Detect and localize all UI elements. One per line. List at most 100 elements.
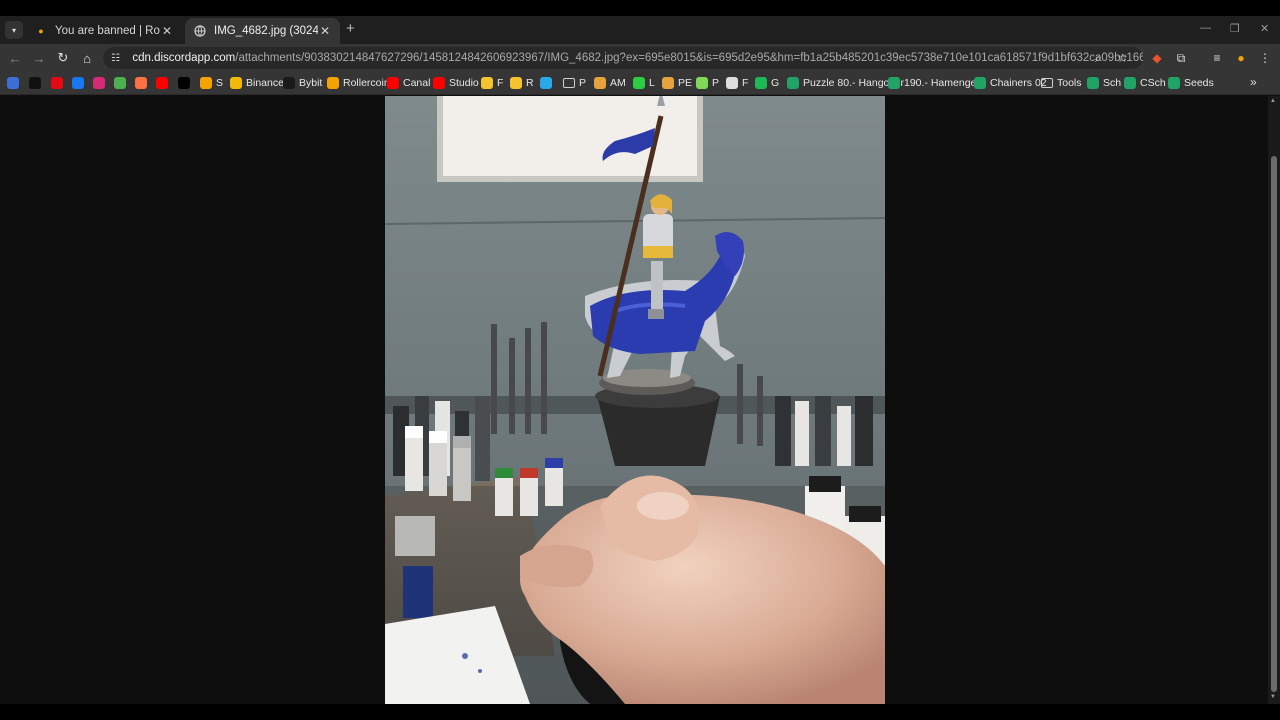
profile-avatar-icon[interactable]: ● bbox=[1232, 49, 1250, 67]
site-info-icon[interactable]: ☷ bbox=[111, 53, 124, 64]
new-tab-icon[interactable]: + bbox=[346, 20, 355, 37]
bookmark-label: P bbox=[579, 77, 587, 89]
bookmark-item[interactable]: Canal bbox=[387, 75, 430, 91]
bookmark-favicon-icon bbox=[888, 77, 900, 89]
scrollbar-thumb[interactable] bbox=[1271, 156, 1277, 692]
scrollbar[interactable]: ▲ ▼ bbox=[1268, 96, 1280, 704]
close-tab-icon[interactable]: ✕ bbox=[318, 24, 332, 38]
bookmark-favicon-icon bbox=[433, 77, 445, 89]
forward-icon[interactable]: → bbox=[30, 49, 48, 67]
bookmark-favicon-icon bbox=[633, 77, 645, 89]
bookmark-favicon-icon bbox=[662, 77, 674, 89]
bookmark-item[interactable]: 190.- Hamengers bbox=[888, 75, 985, 91]
window-close-icon[interactable]: ✕ bbox=[1260, 22, 1269, 35]
bookmark-item[interactable]: PE bbox=[662, 75, 692, 91]
bookmark-favicon-icon bbox=[696, 77, 708, 89]
close-tab-icon[interactable]: ✕ bbox=[160, 24, 174, 38]
bookmark-item[interactable]: L bbox=[633, 75, 655, 91]
bookmark-item[interactable] bbox=[51, 75, 67, 91]
bookmark-favicon-icon bbox=[72, 77, 84, 89]
reading-list-icon[interactable]: ≡ bbox=[1208, 49, 1226, 67]
bookmark-item[interactable]: P bbox=[696, 75, 719, 91]
bookmark-favicon-icon bbox=[156, 77, 168, 89]
menu-icon[interactable]: ⋮ bbox=[1256, 49, 1274, 67]
bookmark-label: Tools bbox=[1057, 77, 1082, 89]
bookmark-item[interactable] bbox=[93, 75, 109, 91]
bookmark-item[interactable]: S bbox=[200, 75, 223, 91]
bookmark-label: Sch bbox=[1103, 77, 1122, 89]
bookmark-label: G bbox=[771, 77, 780, 89]
reload-icon[interactable]: ↻ bbox=[54, 49, 72, 67]
bookmark-label: Canal bbox=[403, 77, 431, 89]
globe-favicon-icon bbox=[193, 24, 207, 38]
bookmark-item[interactable]: Tools bbox=[1041, 75, 1082, 91]
bookmark-favicon-icon bbox=[1124, 77, 1136, 89]
bookmark-item[interactable]: F bbox=[726, 75, 748, 91]
bookmark-label: Binance bbox=[246, 77, 284, 89]
zoom-icon[interactable]: ⌕ bbox=[1095, 51, 1102, 66]
bookmark-item[interactable]: Studio bbox=[433, 75, 479, 91]
address-bar[interactable]: ☷ cdn.discordapp.com/attachments/9038302… bbox=[103, 47, 1143, 69]
extensions-puzzle-icon[interactable]: ⧉ bbox=[1172, 49, 1190, 67]
bookmark-label: Bybit bbox=[299, 77, 323, 89]
bookmark-item[interactable]: AM bbox=[594, 75, 626, 91]
bookmark-item[interactable] bbox=[178, 75, 194, 91]
bookmark-favicon-icon bbox=[787, 77, 799, 89]
bookmarks-overflow-icon[interactable]: » bbox=[1250, 75, 1257, 89]
bookmark-item[interactable]: Binance bbox=[230, 75, 284, 91]
bookmark-favicon-icon bbox=[230, 77, 242, 89]
bookmark-item[interactable]: Rollercoin bbox=[327, 75, 390, 91]
miniature-photo[interactable] bbox=[385, 96, 885, 704]
bookmark-item[interactable]: P bbox=[563, 75, 586, 91]
back-icon[interactable]: ← bbox=[6, 49, 24, 67]
bookmark-label: AM bbox=[610, 77, 626, 89]
bookmark-star-icon[interactable]: ☆ bbox=[1117, 51, 1128, 65]
bookmark-label: Studio bbox=[449, 77, 479, 89]
bookmark-item[interactable] bbox=[7, 75, 23, 91]
bookmark-label: PE bbox=[678, 77, 693, 89]
bookmark-item[interactable]: G bbox=[755, 75, 779, 91]
home-icon[interactable]: ⌂ bbox=[78, 49, 96, 67]
tab-title: IMG_4682.jpg (3024×4032) bbox=[214, 25, 318, 37]
bookmark-item[interactable]: F bbox=[481, 75, 503, 91]
bookmark-item[interactable]: Bybit bbox=[283, 75, 322, 91]
tab-rollercoin[interactable]: ● You are banned | RollerCoin.com ✕ bbox=[26, 18, 182, 44]
tab-image[interactable]: IMG_4682.jpg (3024×4032) ✕ bbox=[185, 18, 340, 44]
bookmark-label: F bbox=[497, 77, 504, 89]
scroll-down-icon[interactable]: ▼ bbox=[1270, 694, 1276, 700]
bookmark-favicon-icon bbox=[29, 77, 41, 89]
bookmark-item[interactable] bbox=[29, 75, 45, 91]
tab-strip: ▾ ● You are banned | RollerCoin.com ✕ IM… bbox=[0, 16, 1280, 44]
bookmark-label: Chainers 02 bbox=[990, 77, 1047, 89]
bookmark-item[interactable]: Sch bbox=[1087, 75, 1121, 91]
bookmark-favicon-icon bbox=[594, 77, 606, 89]
bookmark-item[interactable] bbox=[156, 75, 172, 91]
scroll-up-icon[interactable]: ▲ bbox=[1270, 98, 1276, 104]
bookmark-item[interactable] bbox=[114, 75, 130, 91]
url-text: cdn.discordapp.com/attachments/903830214… bbox=[132, 52, 1143, 64]
bookmark-favicon-icon bbox=[481, 77, 493, 89]
rollercoin-favicon-icon: ● bbox=[38, 26, 44, 36]
bookmark-item[interactable] bbox=[135, 75, 151, 91]
tab-search-button[interactable]: ▾ bbox=[5, 21, 23, 39]
bookmark-favicon-icon bbox=[51, 77, 63, 89]
maximize-icon[interactable]: ❐ bbox=[1230, 22, 1240, 35]
bookmark-favicon-icon bbox=[135, 77, 147, 89]
photo-illustration bbox=[385, 96, 885, 704]
bookmark-item[interactable]: Chainers 02 bbox=[974, 75, 1047, 91]
bookmark-item[interactable] bbox=[540, 75, 556, 91]
extension-fox-icon[interactable]: ◆ bbox=[1148, 49, 1166, 67]
browser-toolbar: ← → ↻ ⌂ ☷ cdn.discordapp.com/attachments… bbox=[0, 44, 1280, 71]
bookmark-favicon-icon bbox=[114, 77, 126, 89]
bookmark-item[interactable]: R bbox=[510, 75, 534, 91]
bookmark-favicon-icon bbox=[974, 77, 986, 89]
bookmark-item[interactable]: Puzzle 80.- Hangover bbox=[787, 75, 904, 91]
folder-icon bbox=[1041, 78, 1053, 88]
bookmark-favicon-icon bbox=[327, 77, 339, 89]
bookmark-item[interactable]: Seeds bbox=[1168, 75, 1214, 91]
tab-title: You are banned | RollerCoin.com bbox=[55, 25, 160, 37]
bookmark-item[interactable]: CSch bbox=[1124, 75, 1166, 91]
minimize-icon[interactable]: — bbox=[1200, 22, 1211, 34]
bookmark-favicon-icon bbox=[1168, 77, 1180, 89]
bookmark-item[interactable] bbox=[72, 75, 88, 91]
